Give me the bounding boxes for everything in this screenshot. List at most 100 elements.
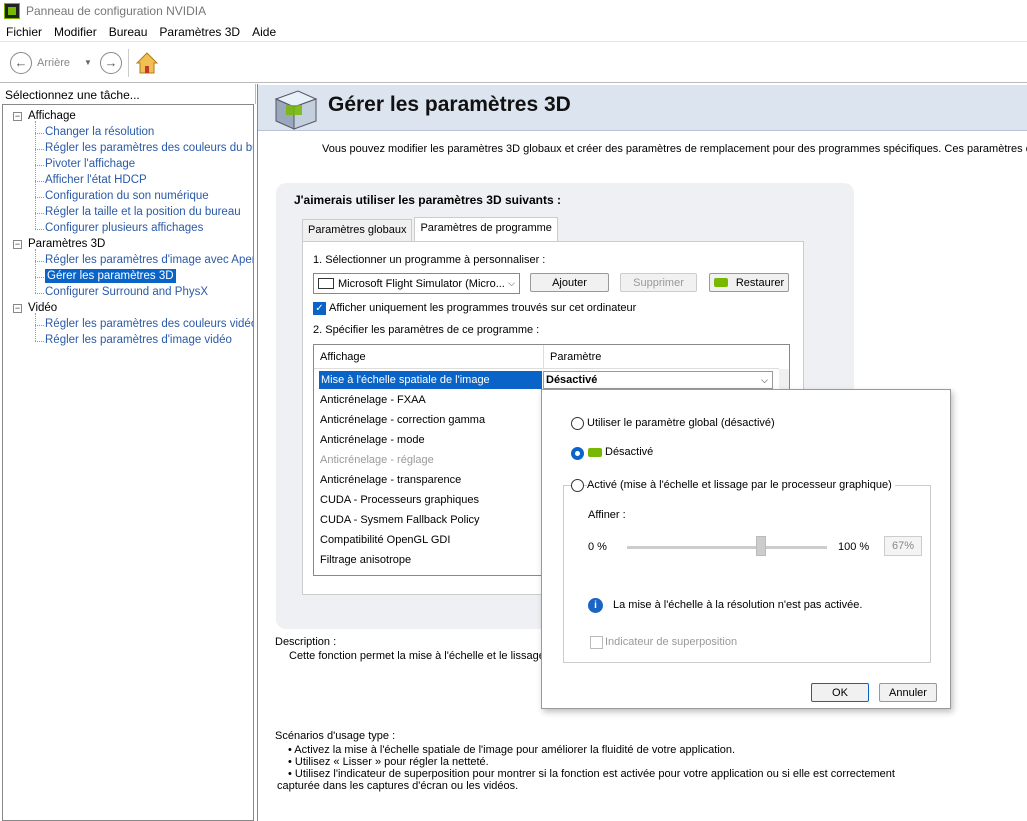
- back-arrow-icon: ←: [10, 51, 32, 74]
- tree-connector: [35, 277, 44, 278]
- tree-item[interactable]: Afficher l'état HDCP: [45, 173, 147, 187]
- setting-value: Désactivé: [546, 374, 598, 386]
- menu-fichier[interactable]: Fichier: [0, 25, 48, 39]
- only-found-label: Afficher uniquement les programmes trouv…: [329, 302, 637, 314]
- ok-button[interactable]: OK: [811, 683, 869, 702]
- tree-item[interactable]: Régler les paramètres des couleurs du bu…: [45, 141, 253, 155]
- tree-connector: [35, 149, 44, 150]
- tree-item[interactable]: Configurer plusieurs affichages: [45, 221, 203, 235]
- tree-connector: [35, 313, 36, 341]
- tree-connector: [35, 341, 44, 342]
- tab-global-settings[interactable]: Paramètres globaux: [302, 219, 413, 241]
- add-button[interactable]: Ajouter: [530, 273, 609, 292]
- grid-row[interactable]: CUDA - Processeurs graphiques: [320, 491, 479, 509]
- collapse-icon[interactable]: −: [13, 304, 22, 313]
- task-tree: − Affichage Changer la résolution Régler le…: [2, 104, 254, 821]
- only-found-checkbox[interactable]: ✓: [313, 302, 326, 315]
- description-label: Description :: [275, 636, 337, 648]
- step1-label: 1. Sélectionner un programme à personnal…: [313, 254, 546, 266]
- tree-connector: [35, 133, 44, 134]
- grid-header-setting: Paramètre: [543, 345, 779, 369]
- menu-modifier[interactable]: Modifier: [48, 25, 103, 39]
- tree-item[interactable]: Régler les paramètres d'image vidéo: [45, 333, 232, 347]
- slider-max-label: 100 %: [838, 541, 870, 553]
- tree-connector: [35, 165, 44, 166]
- menu-parametres-3d[interactable]: Paramètres 3D: [153, 25, 246, 39]
- window-title: Panneau de configuration NVIDIA: [26, 4, 207, 18]
- intro-text: Vous pouvez modifier les paramètres 3D g…: [322, 143, 1027, 155]
- tree-connector: [35, 121, 36, 229]
- tree-connector: [35, 249, 36, 293]
- radio-disabled[interactable]: [571, 447, 584, 460]
- back-button[interactable]: ← Arrière: [10, 51, 70, 74]
- grid-row[interactable]: Compatibilité OpenGL GDI: [320, 531, 450, 549]
- collapse-icon[interactable]: −: [13, 240, 22, 249]
- history-dropdown-icon[interactable]: ▼: [84, 58, 92, 67]
- sharpen-slider-track[interactable]: [627, 546, 827, 549]
- forward-arrow-icon: →: [104, 55, 118, 70]
- tree-connector: [35, 325, 44, 326]
- tree-item[interactable]: Configurer Surround and PhysX: [45, 285, 208, 299]
- sharpen-label: Affiner :: [588, 509, 626, 521]
- tree-category[interactable]: Vidéo: [28, 301, 57, 315]
- program-value: Microsoft Flight Simulator (Micro...: [338, 277, 504, 290]
- nvidia-logo-icon: [713, 278, 728, 287]
- radio-enabled[interactable]: [571, 479, 584, 492]
- grid-row[interactable]: Anticrénelage - mode: [320, 431, 425, 449]
- grid-row[interactable]: Anticrénelage - réglage: [320, 451, 434, 469]
- 3d-cube-icon: [274, 90, 318, 130]
- menu-bar: Fichier Modifier Bureau Paramètres 3D Ai…: [0, 22, 1027, 42]
- grid-row[interactable]: Anticrénelage - correction gamma: [320, 411, 485, 429]
- setting-popup: Utiliser le paramètre global (désactivé)…: [541, 389, 951, 709]
- step2-label: 2. Spécifier les paramètres de ce progra…: [313, 324, 540, 336]
- tree-item[interactable]: Régler les paramètres d'image avec Aperç…: [45, 253, 253, 267]
- menu-bureau[interactable]: Bureau: [103, 25, 154, 39]
- grid-row[interactable]: Anticrénelage - transparence: [320, 471, 461, 489]
- grid-row[interactable]: Mise à l'échelle spatiale de l'image: [319, 371, 542, 389]
- sharpen-slider-thumb[interactable]: [756, 536, 766, 556]
- tree-item[interactable]: Régler la taille et la position du burea…: [45, 205, 241, 219]
- home-icon[interactable]: [135, 51, 159, 75]
- usage-item: • Activez la mise à l'échelle spatiale d…: [288, 744, 736, 756]
- grid-row[interactable]: Filtrage anisotrope: [320, 551, 411, 569]
- remove-button[interactable]: Supprimer: [620, 273, 697, 292]
- usage-item: • Utilisez l'indicateur de superposition…: [288, 768, 895, 780]
- overlay-checkbox[interactable]: [590, 636, 603, 649]
- grid-header-feature: Affichage: [314, 345, 543, 369]
- grid-row[interactable]: CUDA - Sysmem Fallback Policy: [320, 511, 480, 529]
- overlay-label: Indicateur de superposition: [605, 636, 738, 648]
- tree-connector: [35, 293, 44, 294]
- radio-use-global[interactable]: [571, 417, 584, 430]
- menu-aide[interactable]: Aide: [246, 25, 282, 39]
- setting-value-dropdown[interactable]: Désactivé ⌵: [543, 371, 773, 389]
- sharpen-value[interactable]: 67%: [884, 536, 922, 556]
- program-select[interactable]: Microsoft Flight Simulator (Micro... ⌵: [313, 273, 520, 294]
- page-banner: Gérer les paramètres 3D: [258, 85, 1027, 131]
- restore-button[interactable]: Restaurer: [709, 273, 789, 292]
- usage-label: Scénarios d'usage type :: [275, 730, 396, 742]
- tree-item[interactable]: Pivoter l'affichage: [45, 157, 135, 171]
- tree-connector: [35, 181, 44, 182]
- tree-item[interactable]: Configuration du son numérique: [45, 189, 209, 203]
- nvidia-logo-icon: [588, 448, 602, 457]
- grid-row[interactable]: Anticrénelage - FXAA: [320, 391, 426, 409]
- usage-item: • Utilisez « Lisser » pour régler la net…: [288, 756, 489, 768]
- tree-item[interactable]: Régler les paramètres des couleurs vidéo: [45, 317, 253, 331]
- title-bar: Panneau de configuration NVIDIA: [0, 0, 1027, 22]
- usage-section: Scénarios d'usage type : • Activez la mi…: [275, 730, 895, 792]
- page-title: Gérer les paramètres 3D: [328, 93, 571, 116]
- tree-category[interactable]: Paramètres 3D: [28, 237, 105, 251]
- tab-strip: Paramètres globaux Paramètres de program…: [302, 217, 560, 241]
- task-header: Sélectionnez une tâche...: [0, 84, 256, 104]
- opt-off-label: Désactivé: [605, 446, 654, 458]
- collapse-icon[interactable]: −: [13, 112, 22, 121]
- opt-global-label: Utiliser le paramètre global (désactivé): [587, 417, 775, 429]
- tree-item[interactable]: Gérer les paramètres 3D: [45, 269, 176, 283]
- forward-button[interactable]: →: [99, 51, 122, 74]
- tree-item[interactable]: Changer la résolution: [45, 125, 154, 139]
- usage-item: capturée dans les captures d'écran ou le…: [277, 780, 519, 792]
- tab-program-settings[interactable]: Paramètres de programme: [414, 217, 558, 241]
- tree-connector: [35, 229, 44, 230]
- cancel-button[interactable]: Annuler: [879, 683, 937, 702]
- window-icon: [318, 278, 334, 289]
